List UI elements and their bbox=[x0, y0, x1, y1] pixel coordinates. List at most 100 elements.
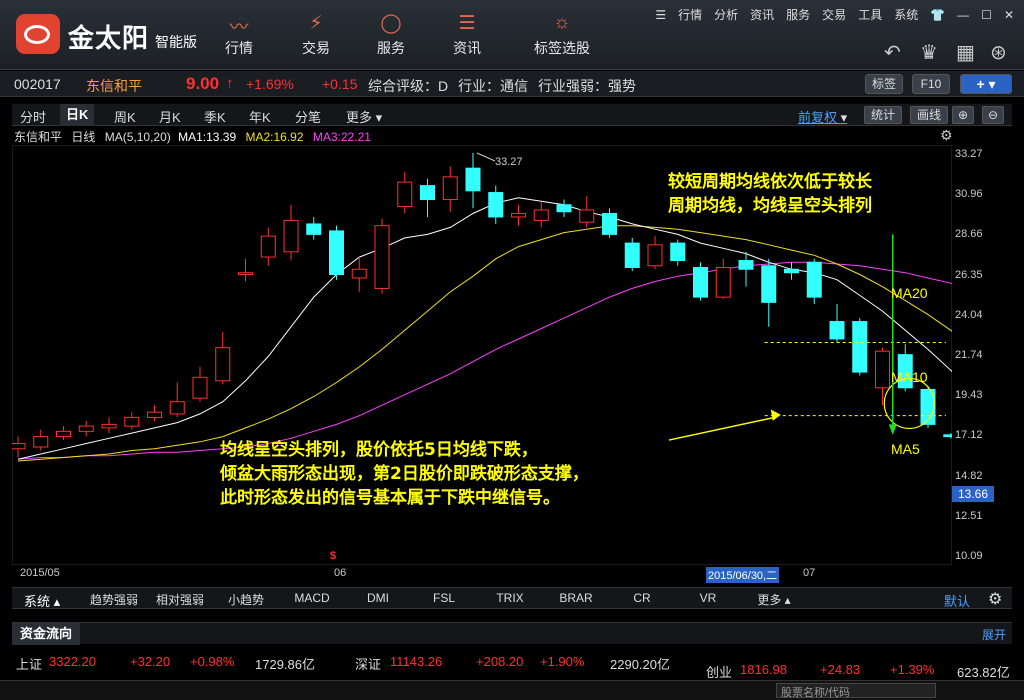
menu-system[interactable]: 系统 bbox=[894, 6, 918, 23]
adjust-label: 前复权 bbox=[798, 110, 838, 125]
f10-button[interactable]: F10 bbox=[912, 74, 950, 94]
indicator-button[interactable]: DMI bbox=[348, 591, 408, 605]
menu-analysis[interactable]: 分析 bbox=[714, 6, 738, 23]
tag-button[interactable]: 标签 bbox=[865, 74, 903, 94]
bulb-icon: ☼ bbox=[553, 12, 571, 33]
period-intraday[interactable]: 分时 bbox=[20, 107, 46, 126]
ma-chart-type: 日线 bbox=[71, 130, 96, 144]
high-label: 33.27 bbox=[495, 156, 523, 168]
nav-label: 交易 bbox=[302, 40, 330, 56]
ma1-value: MA1:13.39 bbox=[178, 130, 237, 144]
nav-tag-select[interactable]: ☼ 标签选股 bbox=[526, 12, 598, 58]
green-arrowhead bbox=[888, 424, 897, 435]
indicator-button[interactable]: 更多 ▴ bbox=[744, 591, 804, 608]
indicator-button[interactable]: BRAR bbox=[546, 591, 606, 605]
ma10-label: MA10 bbox=[891, 369, 928, 385]
expand-button[interactable]: 展开 bbox=[982, 626, 1006, 643]
trophy-icon[interactable]: ♛ bbox=[920, 40, 938, 65]
annotation-top-line2: 周期均线，均线呈空头排列 bbox=[668, 196, 872, 216]
user-icon: ◯ bbox=[380, 13, 402, 34]
stock-search-input[interactable]: 股票名称/代码 bbox=[776, 683, 936, 699]
indicator-button[interactable]: CR bbox=[612, 591, 672, 605]
indicator-button[interactable]: 相对强弱 bbox=[150, 591, 210, 608]
candle-body bbox=[624, 242, 640, 269]
menu-service[interactable]: 服务 bbox=[786, 6, 810, 23]
period-more-label: 更多 bbox=[346, 110, 373, 125]
nav-quotes[interactable]: 〰行情 bbox=[209, 12, 269, 58]
fund-flow-tab[interactable]: 资金流向 bbox=[12, 623, 81, 645]
nav-trade[interactable]: ⚡ 交易 bbox=[286, 12, 346, 58]
candle-body bbox=[169, 401, 185, 415]
draw-line-button[interactable]: 画线 bbox=[910, 106, 948, 124]
y-tick-label: 33.27 bbox=[955, 148, 983, 160]
adjust-select[interactable]: 前复权 ▾ bbox=[798, 107, 847, 126]
period-daily[interactable]: 日K bbox=[60, 104, 95, 126]
indicator-button[interactable]: TRIX bbox=[480, 591, 540, 605]
minimize-icon[interactable]: — bbox=[957, 8, 969, 22]
x-label-june: 06 bbox=[334, 567, 347, 579]
nav-news[interactable]: ☰ 资讯 bbox=[437, 12, 497, 58]
indicator-button[interactable]: VR bbox=[678, 591, 738, 605]
nav-service[interactable]: ◯ 服务 bbox=[361, 12, 421, 58]
indicator-button[interactable]: 小趋势 bbox=[216, 591, 276, 608]
index-value: 3322.20 bbox=[49, 654, 96, 669]
skin-icon[interactable]: 👕 bbox=[930, 8, 945, 22]
ma10-line bbox=[17, 225, 952, 462]
chevron-down-icon: ▾ bbox=[840, 110, 848, 125]
menu-list-icon[interactable]: ☰ bbox=[655, 8, 666, 22]
period-more[interactable]: 更多 ▾ bbox=[346, 107, 382, 126]
menu-tools[interactable]: 工具 bbox=[858, 6, 882, 23]
stock-price: 9.00 bbox=[186, 74, 220, 93]
index-pct: +1.39% bbox=[890, 662, 935, 677]
period-ticks[interactable]: 分笔 bbox=[295, 107, 321, 126]
link-icon[interactable]: ⊛ bbox=[990, 40, 1007, 65]
stats-button[interactable]: 统计 bbox=[864, 106, 902, 124]
stock-name: 东信和平 bbox=[86, 78, 142, 94]
zoom-in-icon[interactable]: ⊕ bbox=[952, 106, 974, 124]
annotation-bottom-line2: 倾盆大雨形态出现，第2日股价即跌破形态支撑， bbox=[220, 464, 589, 484]
back-icon[interactable]: ↶ bbox=[884, 40, 901, 65]
candle-body bbox=[374, 225, 390, 289]
candle-body bbox=[511, 212, 526, 218]
annotation-bottom-line1: 均线呈空头排列，股价依托5日均线下跌， bbox=[220, 440, 538, 460]
stock-strength: 行业强弱：强势 bbox=[538, 78, 636, 94]
menu-news[interactable]: 资讯 bbox=[750, 6, 774, 23]
system-dropdown[interactable]: 系统 ▴ bbox=[24, 591, 60, 610]
candle-body bbox=[875, 350, 890, 389]
candle-body bbox=[602, 212, 617, 235]
add-dropdown-button[interactable]: + ▾ bbox=[960, 74, 1012, 94]
candle-body bbox=[738, 260, 754, 270]
index-amount: 2290.20亿 bbox=[610, 657, 670, 672]
indicator-button[interactable]: MACD bbox=[282, 591, 342, 605]
close-icon[interactable]: ✕ bbox=[1004, 8, 1014, 22]
menu-trade[interactable]: 交易 bbox=[822, 6, 846, 23]
index-change: +208.20 bbox=[476, 654, 524, 669]
default-button[interactable]: 默认 bbox=[944, 591, 970, 610]
candle-body bbox=[306, 223, 322, 235]
candle-body bbox=[351, 268, 367, 279]
candle-body bbox=[442, 176, 458, 201]
candle-body bbox=[238, 272, 253, 275]
index-amount: 1729.86亿 bbox=[255, 657, 315, 672]
settings-gear-icon[interactable]: ⚙ bbox=[940, 127, 953, 144]
period-weekly[interactable]: 周K bbox=[114, 107, 136, 126]
period-yearly[interactable]: 年K bbox=[249, 107, 271, 126]
candle-body bbox=[147, 411, 162, 418]
settings-gear-icon[interactable]: ⚙ bbox=[988, 589, 1002, 609]
period-quarterly[interactable]: 季K bbox=[204, 107, 226, 126]
indicator-button[interactable]: FSL bbox=[414, 591, 474, 605]
y-tick-label: 30.96 bbox=[955, 188, 983, 201]
current-price-label: 13.66 bbox=[952, 486, 995, 502]
trade-icon: ⚡ bbox=[309, 13, 323, 34]
menu-quotes[interactable]: 行情 bbox=[678, 6, 702, 23]
candle-body bbox=[533, 209, 549, 221]
candle-body bbox=[852, 321, 868, 373]
grid-icon[interactable]: ▦ bbox=[956, 40, 975, 65]
candle-body bbox=[670, 242, 686, 262]
index-pct: +1.90% bbox=[540, 654, 585, 669]
period-monthly[interactable]: 月K bbox=[159, 107, 181, 126]
indicator-button[interactable]: 趋势强弱 bbox=[84, 591, 144, 608]
index-value: 11143.26 bbox=[390, 654, 443, 669]
zoom-out-icon[interactable]: ⊖ bbox=[982, 106, 1004, 124]
maximize-icon[interactable]: ☐ bbox=[981, 8, 992, 22]
